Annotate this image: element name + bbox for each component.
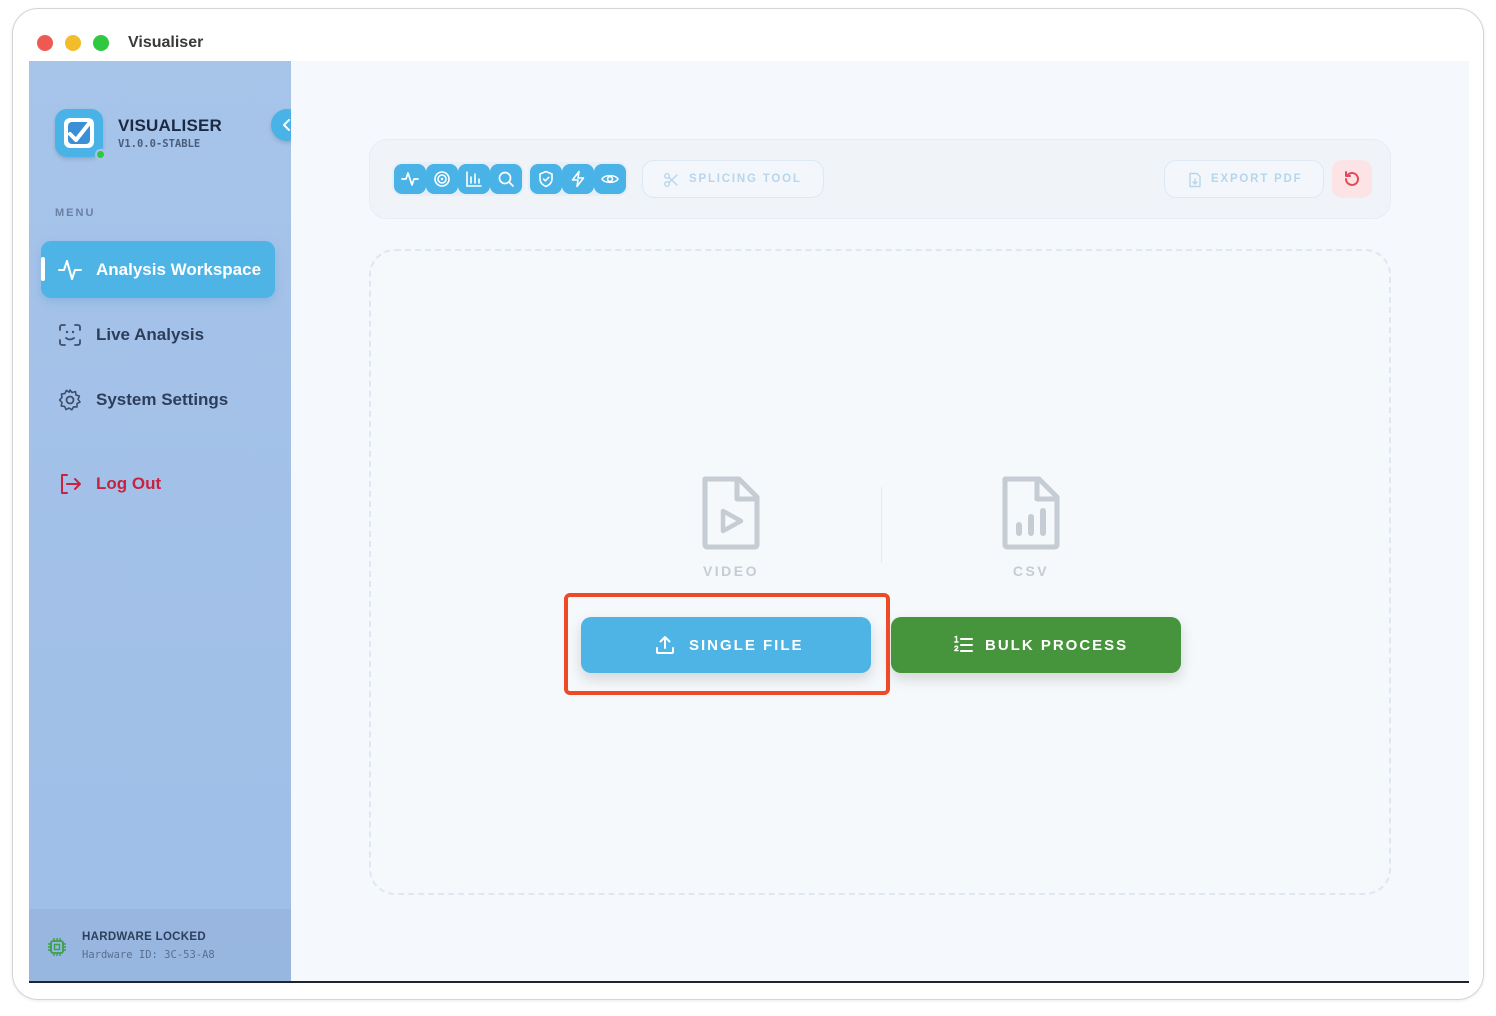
shield-icon	[539, 170, 553, 188]
target-tool-button[interactable]	[426, 164, 458, 194]
zoom-window-button[interactable]	[93, 35, 109, 51]
sidebar: VISUALISER V1.0.0-STABLE MENU Analysis W…	[29, 61, 303, 981]
highlight-box	[564, 593, 890, 695]
face-scan-icon	[59, 324, 81, 346]
brand-name: VISUALISER	[118, 116, 223, 135]
shield-tool-button[interactable]	[530, 164, 562, 194]
window-title: Visualiser	[128, 34, 204, 51]
scissors-icon	[664, 173, 678, 187]
sidebar-item-analysis-workspace[interactable]: Analysis Workspace	[41, 241, 275, 298]
file-download-icon	[1189, 172, 1201, 188]
gear-icon	[58, 389, 81, 411]
title-bar: Visualiser	[13, 9, 1483, 61]
online-status-dot	[95, 149, 106, 160]
bar-chart-tool-button[interactable]	[458, 164, 490, 194]
logout-button[interactable]: Log Out	[41, 455, 275, 512]
zap-tool-button[interactable]	[562, 164, 594, 194]
app-content: VISUALISER V1.0.0-STABLE MENU Analysis W…	[29, 61, 1469, 983]
activity-tool-button[interactable]	[394, 164, 426, 194]
bulk-process-label: BULK PROCESS	[985, 637, 1129, 654]
activity-icon	[58, 260, 82, 280]
checkmark-logo-icon	[64, 118, 94, 148]
bulk-process-button[interactable]: BULK PROCESS	[891, 617, 1181, 673]
chart-file-icon	[1002, 476, 1060, 550]
activity-icon	[401, 172, 419, 186]
bar-chart-icon	[466, 171, 482, 187]
minimize-window-button[interactable]	[65, 35, 81, 51]
type-divider	[881, 487, 882, 563]
security-tools-group	[528, 162, 628, 196]
close-window-button[interactable]	[37, 35, 53, 51]
app-window: Visualiser VISUALISER V1.0.0-STABLE MENU	[12, 8, 1484, 1000]
chip-icon	[48, 938, 66, 956]
sidebar-item-label: Live Analysis	[96, 325, 205, 344]
sidebar-item-system-settings[interactable]: System Settings	[41, 371, 275, 428]
splicing-tool-label: SPLICING TOOL	[689, 173, 802, 185]
csv-type-label: CSV	[1012, 563, 1050, 579]
active-indicator	[41, 257, 45, 281]
sidebar-item-live-analysis[interactable]: Live Analysis	[41, 306, 275, 363]
hardware-title: HARDWARE LOCKED	[82, 931, 206, 943]
hardware-status: HARDWARE LOCKED Hardware ID: 3C-53-A8	[29, 909, 291, 981]
toolbar: SPLICING TOOL EXPORT PDF	[369, 139, 1391, 219]
reset-button[interactable]	[1332, 160, 1372, 198]
export-pdf-button[interactable]: EXPORT PDF	[1164, 160, 1324, 198]
eye-tool-button[interactable]	[594, 164, 626, 194]
hardware-id: Hardware ID: 3C-53-A8	[82, 949, 215, 961]
eye-icon	[601, 174, 619, 184]
sidebar-item-label: Analysis Workspace	[96, 260, 262, 279]
video-type-label: VIDEO	[702, 563, 760, 579]
search-tool-button[interactable]	[490, 164, 522, 194]
list-ordered-icon	[954, 635, 973, 652]
main-area: SPLICING TOOL EXPORT PDF VIDEO CSV SINGL…	[291, 61, 1469, 981]
splicing-tool-button[interactable]: SPLICING TOOL	[642, 160, 824, 198]
analysis-tools-group	[392, 162, 524, 196]
target-icon	[434, 171, 450, 187]
zap-icon	[571, 170, 585, 188]
version-label: V1.0.0-STABLE	[118, 138, 201, 150]
rotate-ccw-icon	[1345, 171, 1359, 186]
video-file-icon	[702, 476, 760, 550]
export-pdf-label: EXPORT PDF	[1211, 173, 1303, 185]
menu-heading: MENU	[55, 207, 96, 219]
sidebar-item-label: System Settings	[96, 390, 229, 409]
logout-label: Log Out	[96, 474, 162, 493]
file-dropzone[interactable]: VIDEO CSV SINGLE FILE BULK PROCESS	[369, 249, 1391, 895]
search-icon	[498, 171, 514, 187]
logout-icon	[61, 474, 81, 494]
